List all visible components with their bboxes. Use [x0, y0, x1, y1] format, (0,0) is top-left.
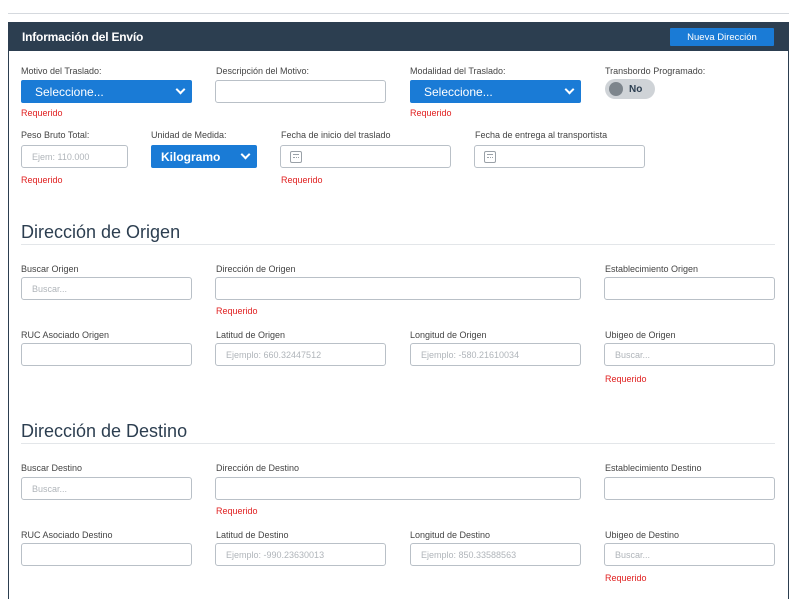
ubigeo-origen-required: Requerido — [605, 374, 647, 384]
toggle-knob — [609, 82, 623, 96]
destination-section-title: Dirección de Destino — [21, 421, 188, 441]
buscar-origen-label: Buscar Origen — [21, 264, 79, 274]
latitud-origen-placeholder: Ejemplo: 660.32447512 — [226, 349, 322, 360]
fecha-inicio-input[interactable] — [280, 145, 451, 168]
buscar-origen-input[interactable]: Buscar... — [21, 277, 192, 300]
descripcion-label: Descripción del Motivo: — [216, 66, 310, 76]
latitud-destino-input[interactable]: Ejemplo: -990.23630013 — [215, 543, 386, 566]
transbordo-toggle-label: No — [629, 83, 643, 95]
longitud-destino-placeholder: Ejemplo: 850.33588563 — [421, 549, 517, 560]
direccion-destino-input[interactable] — [215, 477, 581, 500]
latitud-destino-label: Latitud de Destino — [216, 530, 289, 540]
motivo-required: Requerido — [21, 108, 63, 118]
establecimiento-origen-input[interactable] — [604, 277, 775, 300]
ruc-origen-label: RUC Asociado Origen — [21, 330, 110, 340]
modalidad-select[interactable]: Seleccione... — [410, 80, 581, 103]
establecimiento-origen-label: Establecimiento Origen — [605, 264, 699, 274]
fecha-inicio-required: Requerido — [281, 175, 323, 185]
direccion-origen-input[interactable] — [215, 277, 581, 300]
fecha-entrega-input[interactable] — [474, 145, 645, 168]
longitud-origen-input[interactable]: Ejemplo: -580.21610034 — [410, 343, 581, 366]
modalidad-required: Requerido — [410, 108, 452, 118]
new-address-button[interactable]: Nueva Dirección — [670, 28, 774, 46]
buscar-destino-label: Buscar Destino — [21, 463, 83, 473]
destination-section-divider — [21, 443, 775, 444]
motivo-select[interactable]: Seleccione... — [21, 80, 192, 103]
motivo-label: Motivo del Traslado: — [21, 66, 102, 76]
longitud-destino-input[interactable]: Ejemplo: 850.33588563 — [410, 543, 581, 566]
ubigeo-origen-placeholder: Buscar... — [615, 349, 651, 360]
shipment-panel: Información del Envío Nueva Dirección — [8, 22, 789, 599]
transbordo-toggle[interactable]: No — [605, 79, 655, 99]
ruc-destino-input[interactable] — [21, 543, 192, 566]
direccion-origen-label: Dirección de Origen — [216, 264, 296, 274]
fecha-inicio-label: Fecha de inicio del traslado — [281, 130, 391, 140]
peso-required: Requerido — [21, 175, 63, 185]
transbordo-label: Transbordo Programado: — [605, 66, 706, 76]
ruc-destino-label: RUC Asociado Destino — [21, 530, 113, 540]
fecha-entrega-label: Fecha de entrega al transportista — [475, 130, 608, 140]
ubigeo-destino-input[interactable]: Buscar... — [604, 543, 775, 566]
descripcion-input[interactable] — [215, 80, 386, 103]
origin-section-divider — [21, 244, 775, 245]
longitud-origen-placeholder: Ejemplo: -580.21610034 — [421, 349, 520, 360]
origin-section-title: Dirección de Origen — [21, 222, 181, 242]
ubigeo-destino-required: Requerido — [605, 573, 647, 583]
ubigeo-destino-label: Ubigeo de Destino — [605, 530, 680, 540]
calendar-icon — [290, 150, 302, 163]
panel-header: Información del Envío Nueva Dirección — [9, 23, 788, 51]
buscar-destino-input[interactable]: Buscar... — [21, 477, 192, 500]
direccion-origen-required: Requerido — [216, 306, 258, 316]
ubigeo-destino-placeholder: Buscar... — [615, 549, 651, 560]
peso-input[interactable]: Ejem: 110.000 — [21, 145, 128, 168]
top-divider — [8, 0, 789, 14]
modalidad-select-value: Seleccione... — [424, 84, 493, 99]
motivo-select-value: Seleccione... — [35, 84, 104, 99]
direccion-destino-label: Dirección de Destino — [216, 463, 300, 473]
chevron-down-icon — [240, 149, 251, 160]
unidad-label: Unidad de Medida: — [151, 130, 227, 140]
establecimiento-destino-input[interactable] — [604, 477, 775, 500]
panel-title: Información del Envío — [22, 30, 144, 44]
buscar-origen-placeholder: Buscar... — [32, 283, 68, 294]
modalidad-label: Modalidad del Traslado: — [410, 66, 506, 76]
longitud-destino-label: Longitud de Destino — [410, 530, 491, 540]
peso-placeholder: Ejem: 110.000 — [32, 151, 90, 162]
unidad-select[interactable]: Kilogramo — [151, 145, 257, 168]
longitud-origen-label: Longitud de Origen — [410, 330, 487, 340]
chevron-down-icon — [564, 84, 575, 95]
peso-label: Peso Bruto Total: — [21, 130, 90, 140]
latitud-origen-label: Latitud de Origen — [216, 330, 286, 340]
unidad-select-value: Kilogramo — [161, 149, 221, 164]
direccion-destino-required: Requerido — [216, 506, 258, 516]
chevron-down-icon — [175, 84, 186, 95]
buscar-destino-placeholder: Buscar... — [32, 483, 68, 494]
calendar-icon — [484, 150, 496, 163]
establecimiento-destino-label: Establecimiento Destino — [605, 463, 702, 473]
latitud-destino-placeholder: Ejemplo: -990.23630013 — [226, 549, 325, 560]
ubigeo-origen-input[interactable]: Buscar... — [604, 343, 775, 366]
latitud-origen-input[interactable]: Ejemplo: 660.32447512 — [215, 343, 386, 366]
ubigeo-origen-label: Ubigeo de Origen — [605, 330, 676, 340]
ruc-origen-input[interactable] — [21, 343, 192, 366]
